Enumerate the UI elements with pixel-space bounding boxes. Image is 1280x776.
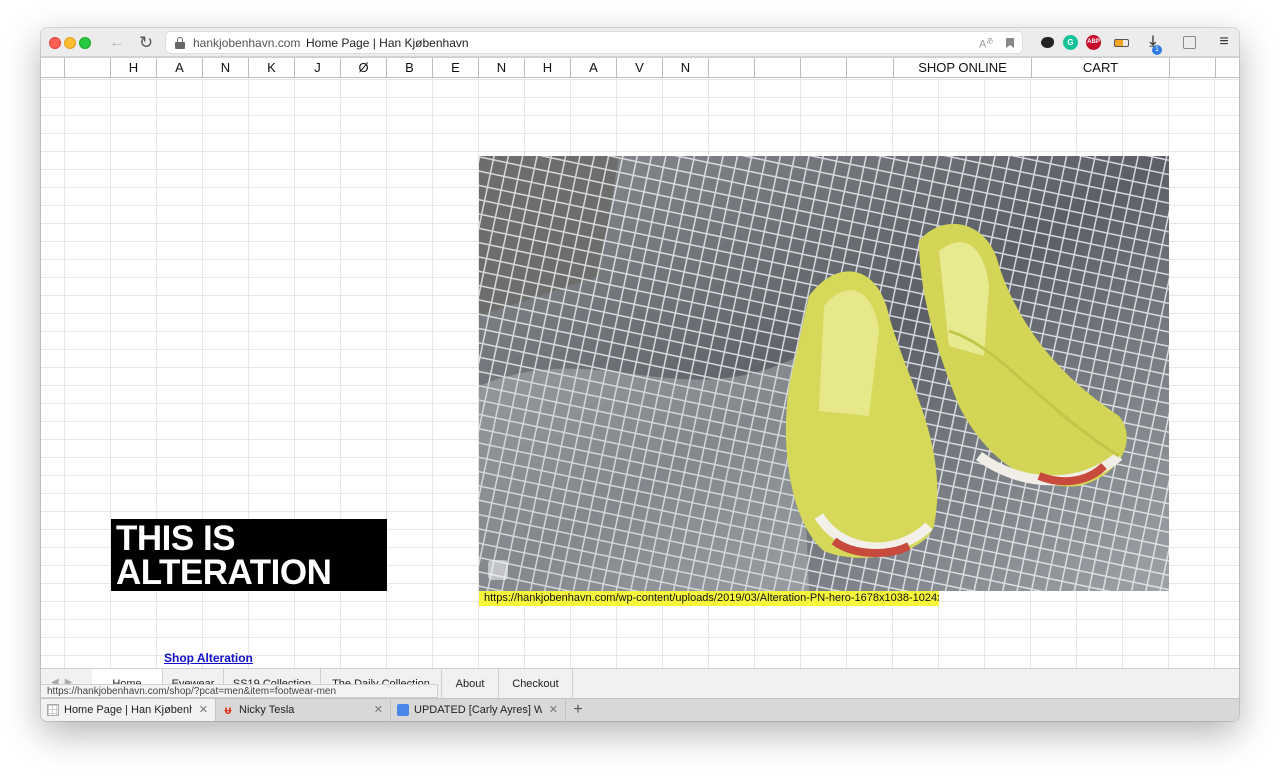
header-cell-blank bbox=[754, 58, 800, 78]
url-domain: hankjobenhavn.com bbox=[193, 36, 301, 50]
hero-sneaker-image[interactable] bbox=[479, 156, 1169, 591]
translate-icon[interactable]: Aあ bbox=[979, 36, 993, 51]
header-letter[interactable]: J bbox=[294, 58, 340, 78]
battery-icon[interactable] bbox=[1114, 39, 1129, 47]
header-letter[interactable]: A bbox=[570, 58, 616, 78]
sneaker-photo bbox=[479, 156, 1169, 591]
browser-tab-label: UPDATED [Carly Ayres] Wel bbox=[414, 704, 542, 716]
back-arrow-icon[interactable]: ← bbox=[107, 33, 127, 53]
browser-tab-label: Home Page | Han Kjøbenhavn bbox=[64, 704, 192, 716]
lock-icon bbox=[175, 37, 185, 49]
header-cell-blank bbox=[1169, 58, 1215, 78]
tesla-icon: ᵾ bbox=[224, 703, 232, 717]
address-bar[interactable]: hankjobenhavn.com Home Page | Han Kjøben… bbox=[165, 31, 1023, 54]
menu-icon[interactable]: ≡ bbox=[1216, 33, 1232, 51]
close-tab-icon[interactable]: ✕ bbox=[199, 699, 208, 721]
header-letter[interactable]: H bbox=[524, 58, 570, 78]
cart-link[interactable]: CART bbox=[1031, 58, 1169, 78]
browser-tab-updated-doc[interactable]: UPDATED [Carly Ayres] Wel ✕ bbox=[391, 699, 566, 721]
close-window-icon[interactable] bbox=[49, 37, 61, 49]
browser-toolbar: ← ↻ hankjobenhavn.com Home Page | Han Kj… bbox=[41, 28, 1239, 57]
image-url-tooltip: https://hankjobenhavn.com/wp-content/upl… bbox=[479, 591, 939, 606]
image-overlay-icon[interactable] bbox=[488, 560, 508, 580]
header-letter[interactable]: Ø bbox=[340, 58, 386, 78]
maximize-window-icon[interactable] bbox=[79, 37, 91, 49]
browser-tab-bar: Home Page | Han Kjøbenhavn ✕ ᵾ Nicky Tes… bbox=[41, 698, 1239, 721]
header-letter[interactable]: N bbox=[478, 58, 524, 78]
browser-tab-label: Nicky Tesla bbox=[239, 704, 295, 716]
header-letter[interactable]: N bbox=[202, 58, 248, 78]
header-letter[interactable]: V bbox=[616, 58, 662, 78]
sheet-icon bbox=[47, 704, 59, 716]
header-letter[interactable]: A bbox=[156, 58, 202, 78]
headline-line: ALTERATION bbox=[116, 553, 332, 592]
browser-window: ← ↻ hankjobenhavn.com Home Page | Han Kj… bbox=[41, 28, 1239, 721]
header-cell-blank bbox=[1215, 58, 1239, 78]
page-title: Home Page | Han Kjøbenhavn bbox=[306, 36, 469, 50]
webpage-content: H A N K J Ø B E N H A V N SHOP ONLINE CA… bbox=[41, 57, 1239, 697]
header-cell-blank bbox=[800, 58, 846, 78]
header-letter[interactable]: H bbox=[110, 58, 156, 78]
reload-icon[interactable]: ↻ bbox=[136, 33, 156, 53]
header-letter[interactable]: N bbox=[662, 58, 708, 78]
new-tab-icon[interactable]: + bbox=[569, 699, 587, 721]
shop-alteration-link[interactable]: Shop Alteration bbox=[164, 651, 253, 665]
grammarly-icon[interactable]: G bbox=[1063, 35, 1078, 50]
tab-about[interactable]: About bbox=[442, 669, 499, 698]
close-tab-icon[interactable]: ✕ bbox=[549, 699, 558, 721]
header-letter[interactable]: K bbox=[248, 58, 294, 78]
hero-headline: THIS IS ALTERATION bbox=[111, 519, 387, 591]
desktop: ← ↻ hankjobenhavn.com Home Page | Han Kj… bbox=[0, 0, 1280, 776]
tab-checkout[interactable]: Checkout bbox=[499, 669, 573, 698]
header-cell-blank bbox=[708, 58, 754, 78]
download-count-badge: 1 bbox=[1152, 45, 1162, 55]
header-cell-blank bbox=[846, 58, 892, 78]
shop-online-link[interactable]: SHOP ONLINE bbox=[893, 58, 1031, 78]
doc-icon bbox=[397, 704, 409, 716]
bookmark-icon[interactable] bbox=[1006, 38, 1014, 48]
shoe-extension-icon[interactable] bbox=[1041, 37, 1054, 48]
sheet-header-row: H A N K J Ø B E N H A V N SHOP ONLINE CA… bbox=[41, 57, 1239, 78]
adblock-icon[interactable]: ABP bbox=[1086, 35, 1101, 50]
browser-tab-nicky-tesla[interactable]: ᵾ Nicky Tesla ✕ bbox=[216, 699, 391, 721]
header-letter[interactable]: B bbox=[386, 58, 432, 78]
status-bar-url: https://hankjobenhavn.com/shop/?pcat=men… bbox=[41, 684, 438, 698]
header-cell-blank bbox=[64, 58, 110, 78]
headline-line: THIS IS bbox=[116, 519, 236, 558]
browser-tab-home[interactable]: Home Page | Han Kjøbenhavn ✕ bbox=[41, 699, 216, 721]
minimize-window-icon[interactable] bbox=[64, 37, 76, 49]
close-tab-icon[interactable]: ✕ bbox=[374, 699, 383, 721]
tab-overview-icon[interactable] bbox=[1183, 36, 1196, 49]
header-letter[interactable]: E bbox=[432, 58, 478, 78]
